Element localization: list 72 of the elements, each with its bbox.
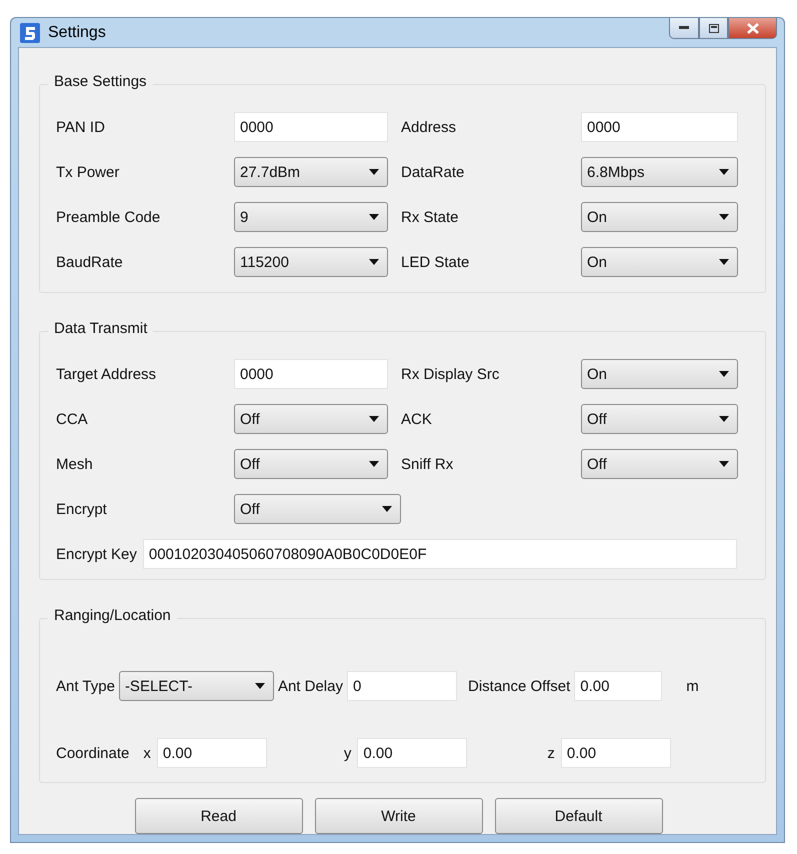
field-label: DataRate	[401, 164, 466, 180]
dropdown[interactable]: On	[581, 202, 738, 232]
dropdown[interactable]: On	[581, 247, 738, 277]
field-label: Target Address	[56, 366, 158, 382]
caret-icon	[254, 683, 265, 689]
action-button[interactable]: Read	[134, 798, 302, 834]
caret-icon	[719, 461, 729, 467]
maximize-button[interactable]	[699, 18, 728, 39]
field-label: Coordinate	[56, 744, 130, 762]
dropdown[interactable]: 115200	[234, 247, 388, 277]
field-label: Ant Type	[56, 678, 115, 694]
text-field[interactable]: 0000	[581, 112, 738, 142]
field-label: Distance Offset	[468, 678, 570, 694]
field-label: Encrypt	[56, 500, 108, 518]
caret-icon	[382, 506, 392, 512]
dropdown[interactable]: Off	[234, 404, 388, 434]
caret-icon	[369, 259, 379, 265]
unit-label: m	[686, 678, 699, 694]
text-field[interactable]: 0.00	[156, 738, 267, 768]
axis-label: x	[143, 744, 151, 762]
text-field[interactable]: 0.00	[560, 738, 671, 768]
dropdown[interactable]: 27.7dBm	[234, 157, 388, 187]
group-title: Base Settings	[48, 73, 153, 90]
field-label: LED State	[401, 254, 470, 270]
caret-icon	[719, 169, 729, 175]
caret-icon	[369, 461, 379, 467]
text-field[interactable]: 000102030405060708090A0B0C0D0E0F	[142, 539, 737, 569]
field-label: ACK	[401, 410, 433, 428]
minimize-button[interactable]	[669, 18, 699, 39]
close-button[interactable]	[728, 18, 777, 39]
dropdown[interactable]: Off	[581, 404, 738, 434]
caret-icon	[719, 416, 729, 422]
text-field[interactable]: 0	[346, 671, 457, 701]
caret-icon	[369, 214, 379, 220]
dropdown[interactable]: Off	[581, 449, 738, 479]
group-title: Ranging/Location	[48, 607, 177, 624]
action-button[interactable]: Write	[314, 798, 482, 834]
field-label: Sniff Rx	[401, 456, 454, 472]
field-label: Rx Display Src	[401, 366, 500, 382]
field-label: Address	[401, 118, 458, 136]
field-label: Ant Delay	[278, 678, 343, 694]
field-label: Preamble Code	[56, 208, 162, 226]
dropdown[interactable]: 9	[234, 202, 388, 232]
field-label: BaudRate	[56, 254, 124, 270]
text-field[interactable]: 0000	[234, 112, 388, 142]
caret-icon	[719, 214, 729, 220]
dropdown[interactable]: Off	[234, 494, 401, 524]
field-label: Rx State	[401, 208, 460, 226]
close-icon	[746, 22, 758, 34]
dropdown[interactable]: -SELECT-	[118, 671, 274, 701]
maximize-icon	[708, 24, 718, 32]
field-label: PAN ID	[56, 118, 106, 136]
caret-icon	[719, 259, 729, 265]
dropdown[interactable]: On	[581, 359, 738, 389]
text-field[interactable]: 0.00	[574, 671, 662, 701]
field-label: Encrypt Key	[56, 546, 137, 562]
caret-icon	[369, 169, 379, 175]
dropdown[interactable]: Off	[234, 449, 388, 479]
action-button[interactable]: Default	[494, 798, 662, 834]
caret-icon	[369, 416, 379, 422]
axis-label: z	[547, 744, 555, 762]
app-icon	[20, 22, 40, 42]
text-field[interactable]: 0.00	[357, 738, 468, 768]
axis-label: y	[344, 744, 352, 762]
field-label: Mesh	[56, 456, 94, 472]
window-title: Settings	[48, 24, 106, 42]
field-label: Tx Power	[56, 164, 120, 180]
minimize-icon	[679, 26, 689, 30]
text-field[interactable]: 0000	[234, 359, 388, 389]
field-label: CCA	[56, 410, 89, 428]
caret-icon	[719, 371, 729, 377]
dropdown[interactable]: 6.8Mbps	[581, 157, 738, 187]
